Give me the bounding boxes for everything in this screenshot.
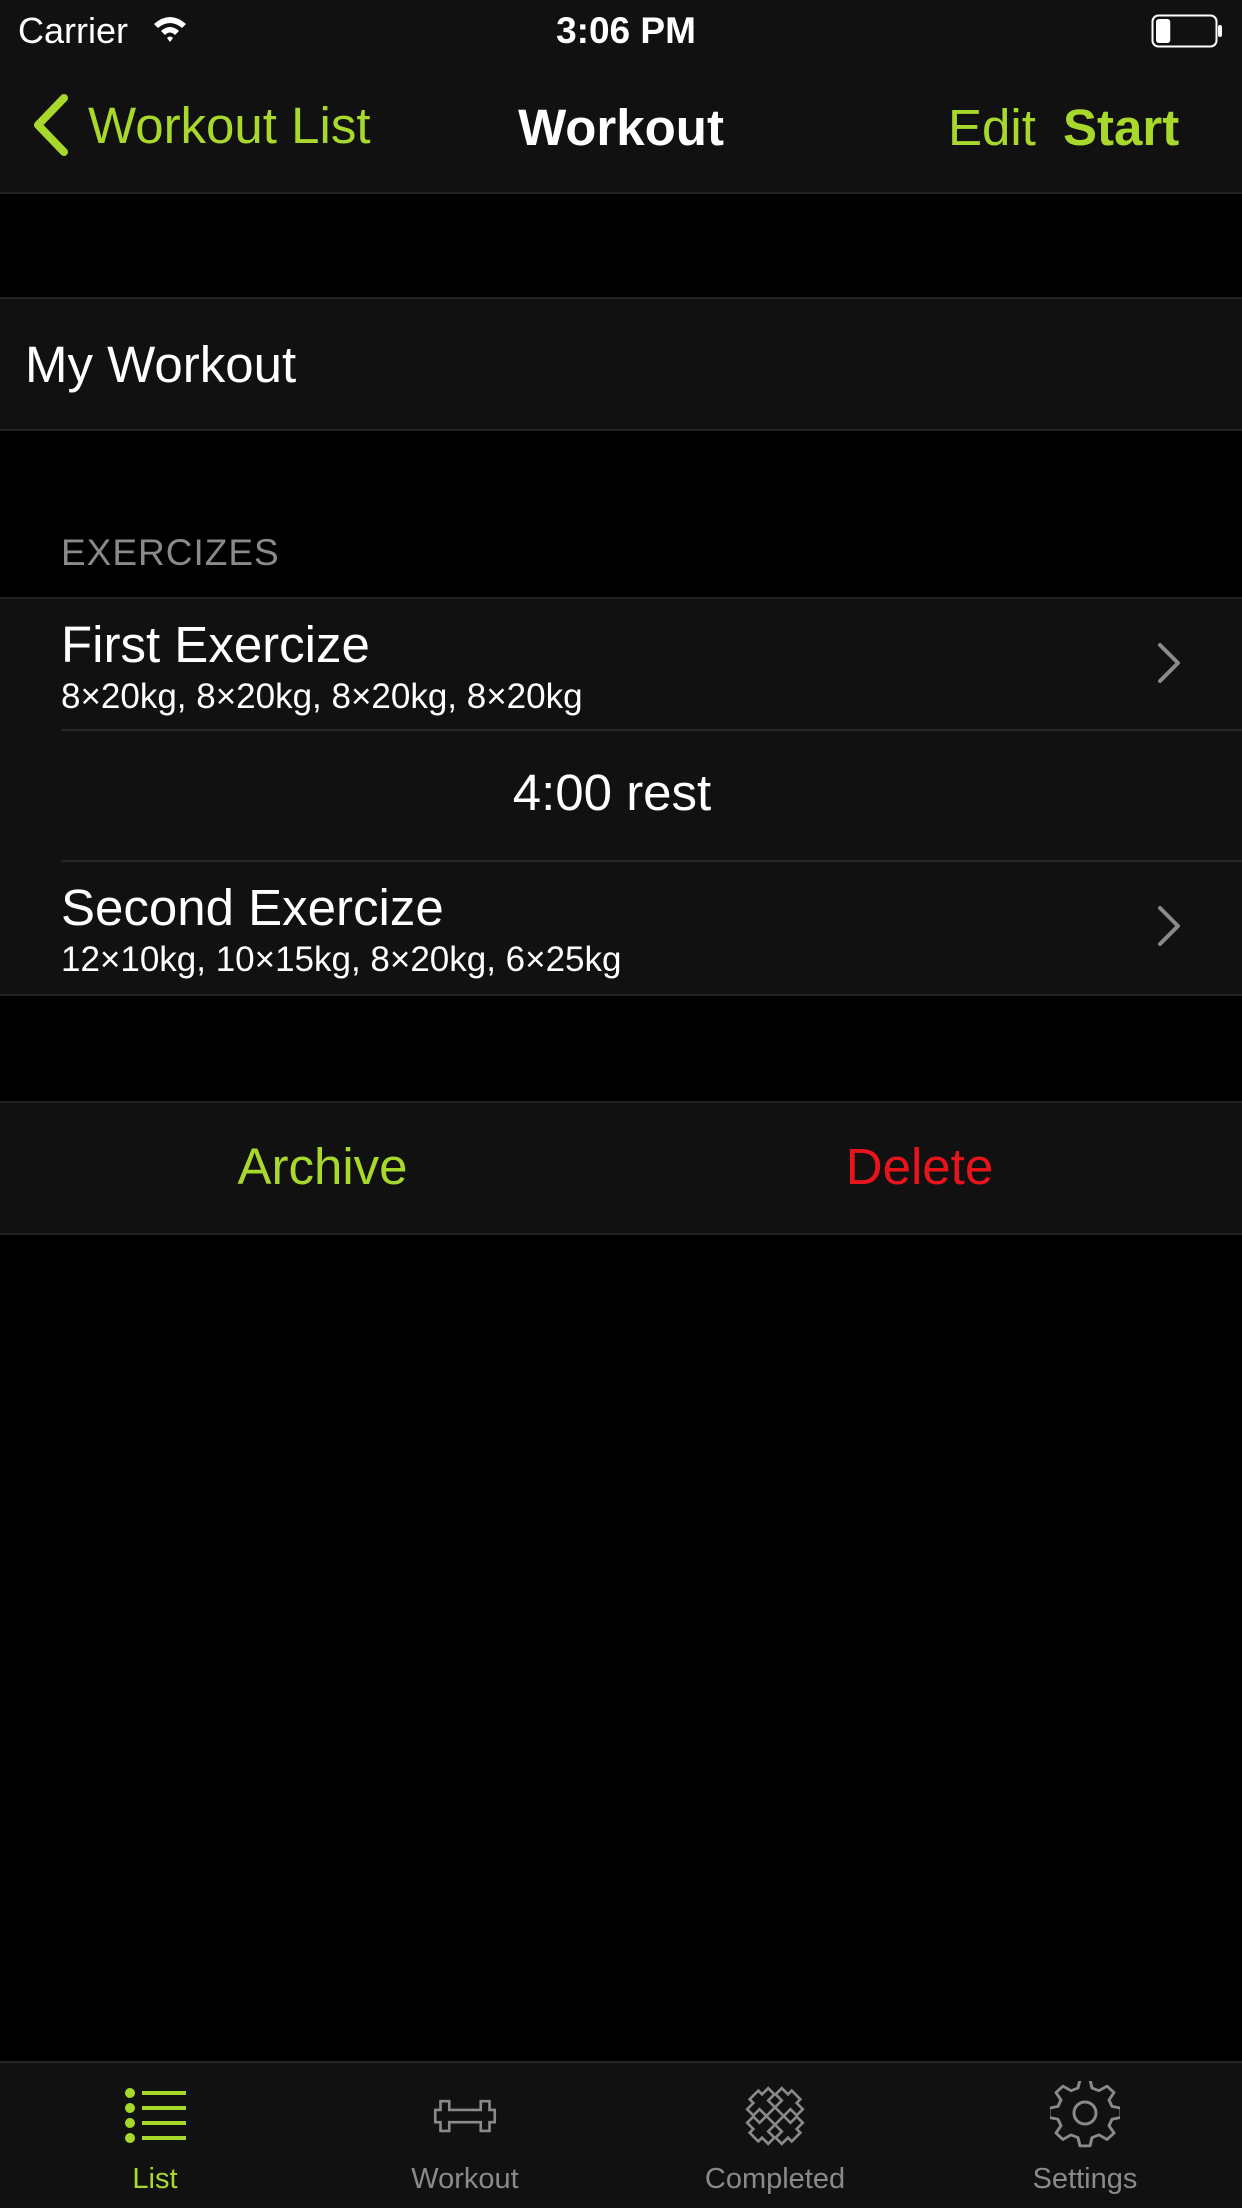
page-title: Workout: [518, 99, 724, 156]
workout-screen: Carrier 3:06 PM Workout List Workout Edi…: [0, 0, 1242, 2208]
tab-settings[interactable]: Settings: [930, 2063, 1240, 2208]
exercises-section-header: EXERCIZES: [61, 532, 280, 573]
status-bar: Carrier 3:06 PM: [0, 0, 1242, 60]
tab-label: Settings: [1032, 2163, 1138, 2195]
exercise-sets: 8×20kg, 8×20kg, 8×20kg, 8×20kg: [61, 677, 583, 716]
start-button[interactable]: Start: [1063, 98, 1179, 157]
tab-completed[interactable]: Completed: [620, 2063, 930, 2208]
tab-label: Completed: [704, 2163, 846, 2195]
delete-button[interactable]: Delete: [621, 1137, 1218, 1196]
workout-actions: Archive Delete: [0, 1101, 1242, 1235]
tab-label: List: [132, 2163, 178, 2195]
exercise-row-second[interactable]: Second Exercize 12×10kg, 10×15kg, 8×20kg…: [0, 862, 1242, 992]
completed-dumbbell-icon: [745, 2086, 805, 2146]
exercise-title: Second Exercize: [61, 879, 444, 936]
exercise-sets: 12×10kg, 10×15kg, 8×20kg, 6×25kg: [61, 940, 622, 979]
exercise-list: First Exercize 8×20kg, 8×20kg, 8×20kg, 8…: [0, 597, 1242, 996]
tab-bar: List Workout Completed Settings: [0, 2061, 1242, 2208]
chevron-right-icon: [1158, 906, 1180, 946]
row-divider: [61, 729, 1242, 731]
list-icon: [125, 2088, 186, 2143]
workout-name-row[interactable]: My Workout: [0, 297, 1242, 431]
gear-icon: [1050, 2081, 1120, 2148]
archive-button[interactable]: Archive: [0, 1137, 645, 1196]
exercise-row-first[interactable]: First Exercize 8×20kg, 8×20kg, 8×20kg, 8…: [0, 599, 1242, 729]
workout-name: My Workout: [25, 336, 297, 393]
tab-workout[interactable]: Workout: [310, 2063, 620, 2208]
dumbbell-icon: [433, 2099, 497, 2133]
status-time: 3:06 PM: [556, 10, 696, 51]
exercise-title: First Exercize: [61, 616, 370, 673]
chevron-right-icon: [1158, 643, 1180, 683]
edit-button[interactable]: Edit: [948, 98, 1036, 157]
tab-label: Workout: [411, 2163, 519, 2195]
battery-icon: [1151, 14, 1222, 48]
navigation-bar: Workout List Workout Edit Start: [0, 60, 1242, 194]
rest-interval: 4:00 rest: [512, 764, 712, 821]
tab-list[interactable]: List: [0, 2063, 310, 2208]
